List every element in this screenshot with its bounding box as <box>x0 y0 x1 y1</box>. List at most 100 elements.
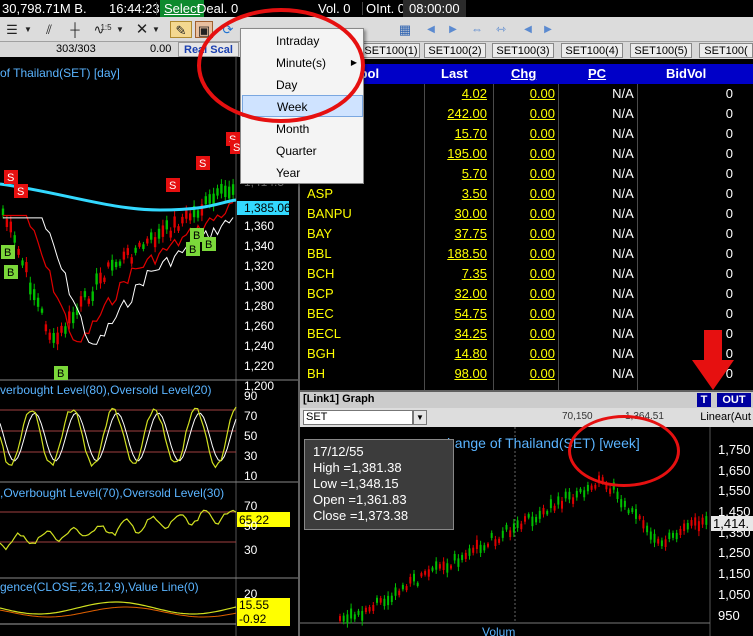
candle-body <box>697 521 700 532</box>
tab-set100-3[interactable]: SET100(3) <box>492 43 554 58</box>
table-row[interactable]: BAY 37.75 0.00 N/A 0 <box>300 224 753 244</box>
price-axis-label: 1,385.06 <box>244 201 291 215</box>
candle-body <box>675 532 678 540</box>
table-row[interactable]: 242.00 0.00 N/A 0 <box>300 104 753 124</box>
price-axis-label: 1,340 <box>244 239 274 253</box>
table-row[interactable]: 5.70 0.00 N/A 0 <box>300 164 753 184</box>
table-row[interactable]: BECL 34.25 0.00 N/A 0 <box>300 324 753 344</box>
candle-body <box>516 520 519 528</box>
stochastic-line <box>0 406 237 469</box>
table-row[interactable]: BGH 14.80 0.00 N/A 0 <box>300 344 753 364</box>
arrow-right-icon[interactable]: ▶ <box>447 21 459 38</box>
tab-set100-1[interactable]: SET100(1) <box>362 43 420 58</box>
candle-body <box>376 597 378 603</box>
candle-body <box>103 277 106 282</box>
table-row[interactable]: ASP 3.50 0.00 N/A 0 <box>300 184 753 204</box>
header-last[interactable]: Last <box>441 64 468 84</box>
close-icon[interactable]: ✕ <box>134 21 150 38</box>
tab-set100-5[interactable]: SET100(5) <box>630 43 692 58</box>
scale-mode[interactable]: Linear(Aut <box>700 411 751 423</box>
candle-body <box>683 523 686 532</box>
candle-body <box>72 312 75 324</box>
candle-body <box>642 520 645 529</box>
menu-item-year[interactable]: Year <box>242 162 363 184</box>
candle-body <box>372 605 375 611</box>
window-icon[interactable]: ▦ <box>395 21 415 38</box>
table-row[interactable]: 195.00 0.00 N/A 0 <box>300 144 753 164</box>
candle-body <box>350 608 353 619</box>
candle-body <box>694 517 697 526</box>
candle-body <box>87 298 90 304</box>
price-axis-label: 1,220 <box>244 359 274 373</box>
rsi-axis-label: 50 <box>244 519 258 533</box>
candle-body <box>52 333 55 343</box>
chevron-down-icon[interactable]: ▼ <box>22 21 34 38</box>
chevron-down-icon[interactable]: ▼ <box>413 410 427 425</box>
candle-body <box>653 533 656 543</box>
candle-body <box>130 257 133 264</box>
candle-body <box>173 216 176 228</box>
candle-body <box>635 509 637 519</box>
tab-set100-6[interactable]: SET100( <box>699 43 753 58</box>
arrow-right-icon[interactable]: ▶ <box>542 21 554 38</box>
graph-top-value: 70,150 <box>562 411 593 422</box>
candle-body <box>575 490 578 498</box>
candle-body <box>111 259 114 271</box>
table-row[interactable]: BBL 188.50 0.00 N/A 0 <box>300 244 753 264</box>
table-row[interactable]: BH 98.00 0.00 N/A 0 <box>300 364 753 384</box>
candle-body <box>564 491 567 499</box>
chevron-down-icon[interactable]: ▼ <box>150 21 162 38</box>
out-button[interactable]: OUT <box>717 393 751 407</box>
table-row[interactable]: BCP 32.00 0.00 N/A 0 <box>300 284 753 304</box>
rsi-line <box>0 509 237 551</box>
candle-body <box>220 183 223 194</box>
candle-body <box>638 515 641 520</box>
arrow-left-icon[interactable]: ◀ <box>425 21 437 38</box>
candle-body <box>623 500 626 507</box>
chevron-down-icon[interactable]: ▼ <box>114 21 126 38</box>
candle-body <box>231 184 235 195</box>
candle-body <box>660 540 663 547</box>
menu-item-quarter[interactable]: Quarter <box>242 140 363 162</box>
tab-set100-2[interactable]: SET100(2) <box>424 43 486 58</box>
pencil-icon[interactable]: ✎ <box>170 21 192 38</box>
candle-body <box>114 261 118 268</box>
table-row[interactable]: 4.02 0.00 N/A 0 <box>300 84 753 104</box>
ohlc-low: Low =1,348.15 <box>313 476 399 491</box>
t-button[interactable]: T <box>697 393 711 407</box>
candle-body <box>509 530 512 538</box>
candle-body <box>216 188 219 196</box>
candle-body <box>690 520 693 526</box>
header-bidvol[interactable]: BidVol <box>666 64 706 84</box>
tab-set100-4[interactable]: SET100(4) <box>561 43 623 58</box>
buy-signal-label: B <box>7 267 14 279</box>
table-row[interactable]: BANPU 30.00 0.00 N/A 0 <box>300 204 753 224</box>
candle-body <box>40 308 44 313</box>
table-row[interactable]: BCH 7.35 0.00 N/A 0 <box>300 264 753 284</box>
header-pc[interactable]: PC <box>588 64 606 84</box>
candle-body <box>361 610 364 621</box>
symbol-select[interactable]: SET <box>303 410 413 425</box>
header-chg[interactable]: Chg <box>511 64 536 84</box>
macd-signal-line <box>0 606 237 618</box>
candle-body <box>538 510 541 519</box>
candle-body <box>95 273 98 285</box>
candle-body <box>165 220 168 230</box>
line-chart-icon[interactable]: ⫽ <box>38 21 60 38</box>
link-graph-panel[interactable]: [Link1] Graph T OUT SET ▼ 70,150 1,364.5… <box>300 392 753 636</box>
stochastic-axis-label: 90 <box>244 389 258 403</box>
candle-body <box>44 324 48 332</box>
zoom-level: 1:5 <box>100 23 112 32</box>
table-row[interactable]: 15.70 0.00 N/A 0 <box>300 124 753 144</box>
candle-body <box>568 491 571 500</box>
arrow-left-icon[interactable]: ◀ <box>522 21 534 38</box>
stochastic-axis-label: 70 <box>244 409 258 423</box>
table-row[interactable]: BEC 54.75 0.00 N/A 0 <box>300 304 753 324</box>
candle-chart-icon[interactable]: ┼ <box>64 21 86 38</box>
arrows-left-right-icon[interactable]: ⇔ <box>469 21 485 38</box>
menu-lines-icon[interactable]: ☰ <box>4 21 20 38</box>
candle-body <box>649 531 652 540</box>
candle-body <box>189 213 192 221</box>
arrows-expand-icon[interactable]: ⇿ <box>493 21 509 38</box>
candle-body <box>405 586 408 591</box>
